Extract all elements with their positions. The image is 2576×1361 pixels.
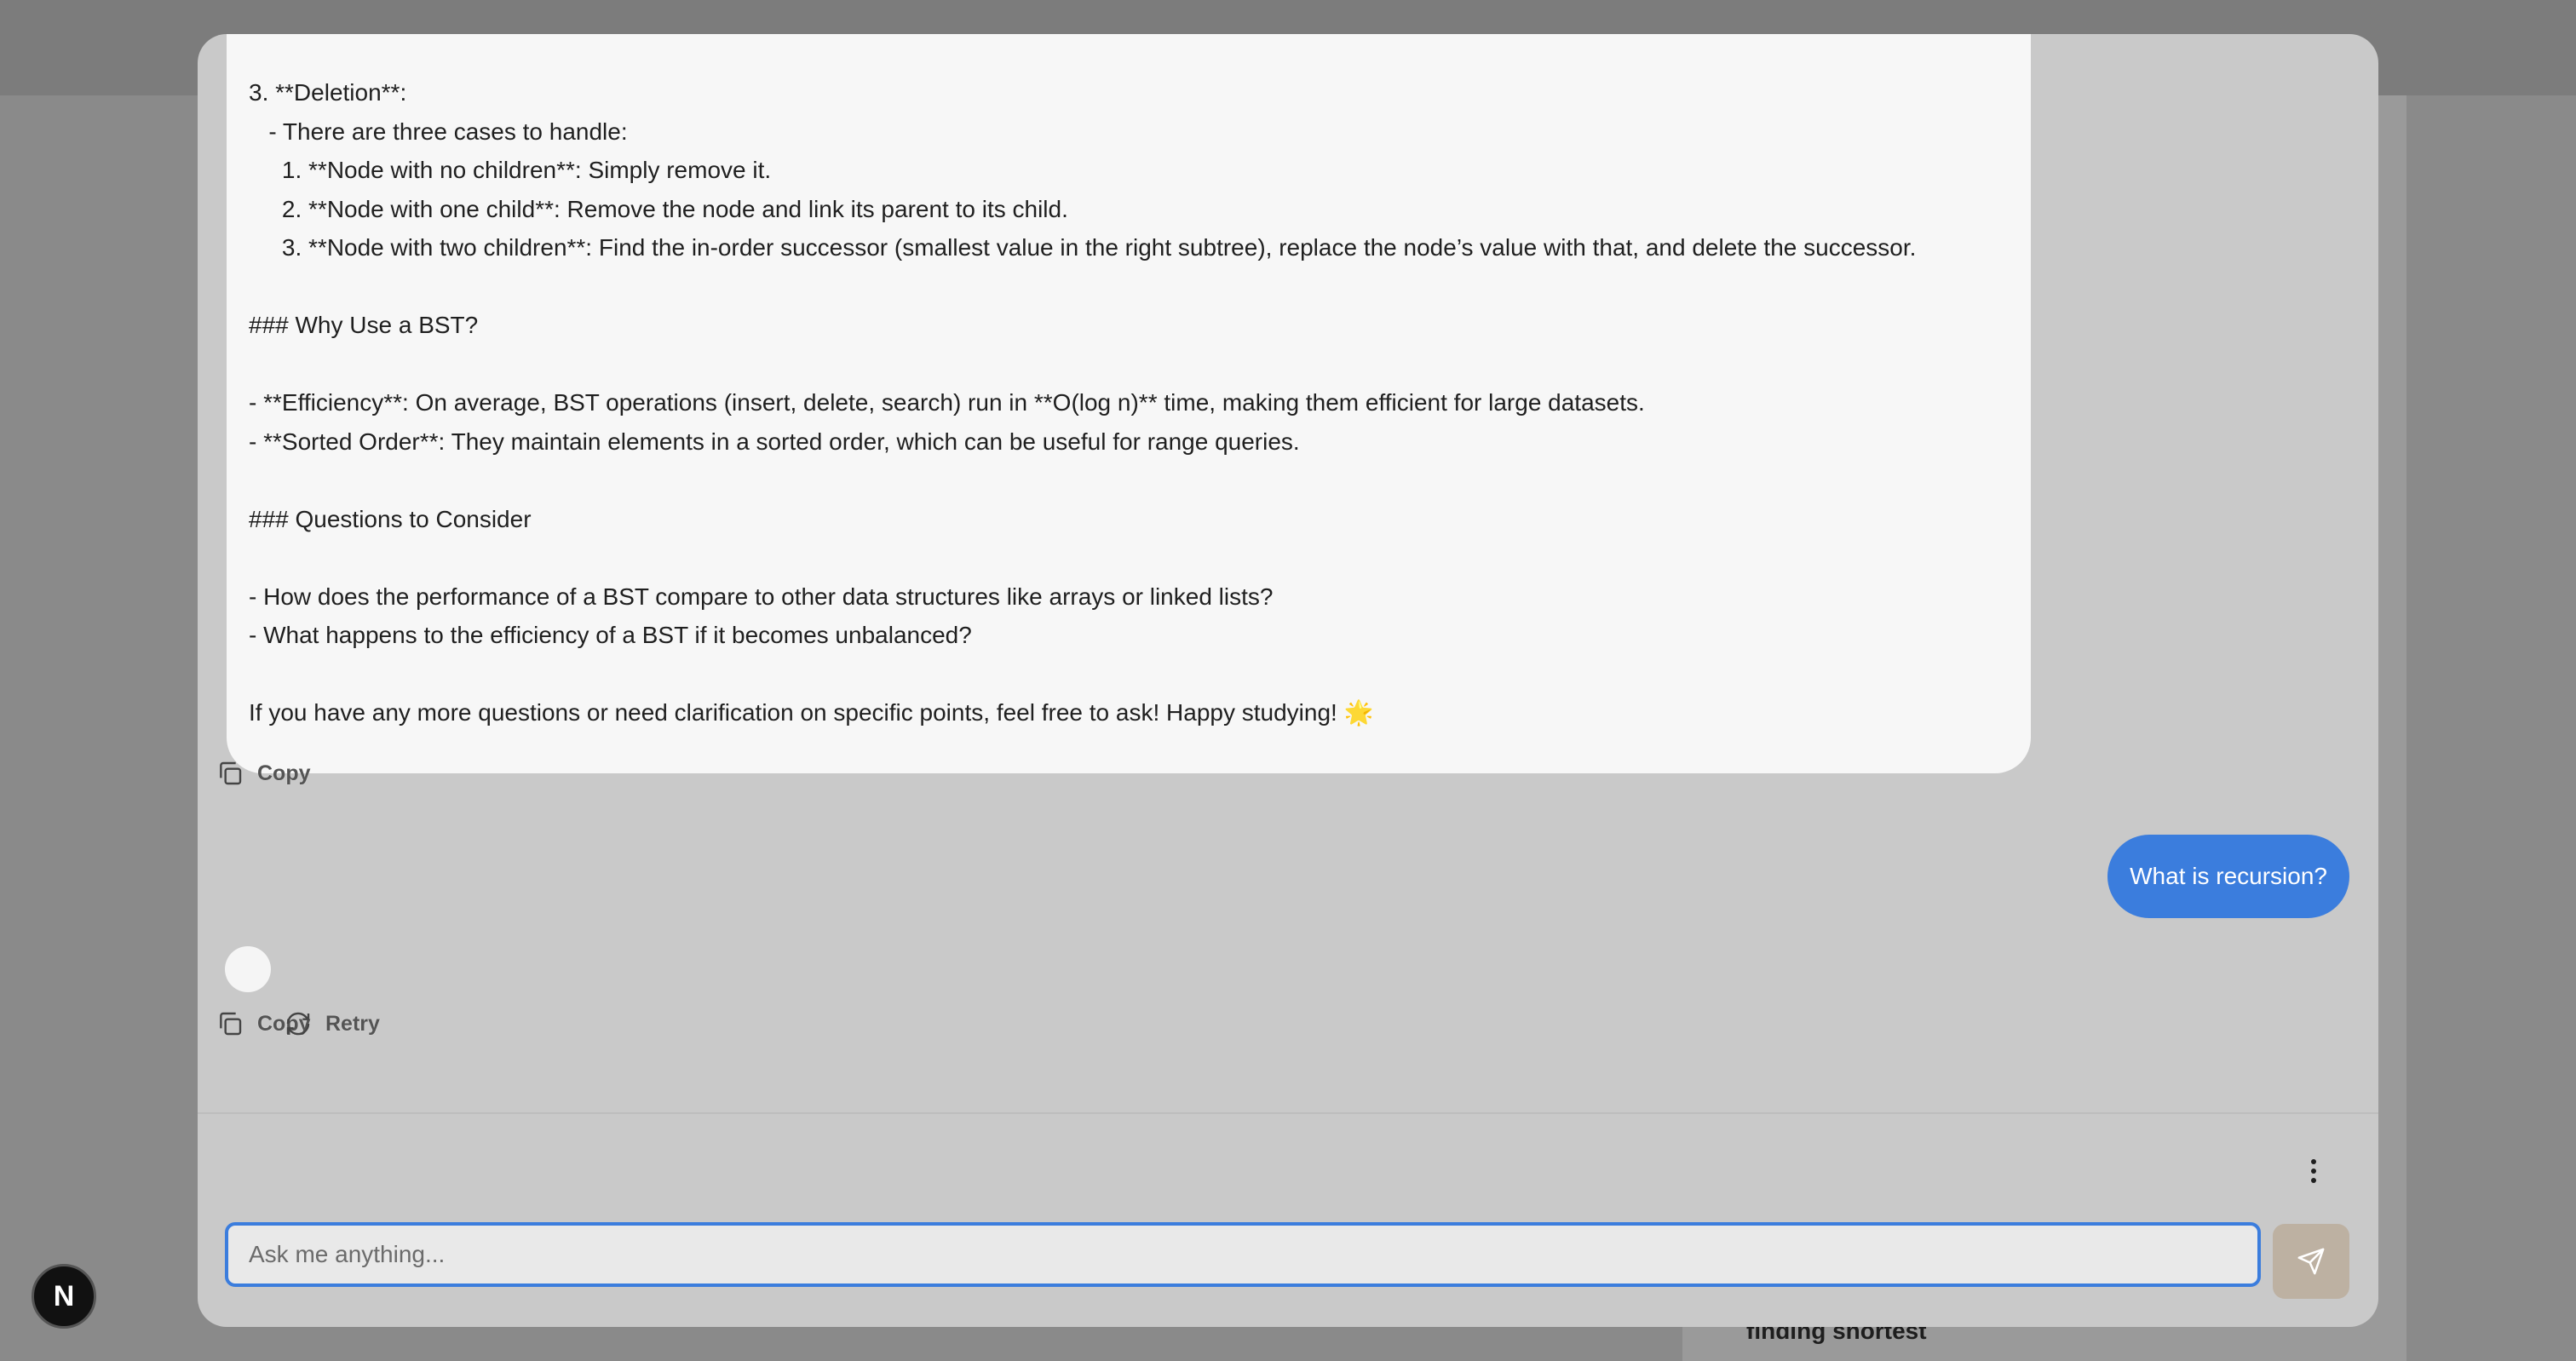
assistant-message-line <box>249 345 2009 384</box>
copy-button[interactable]: Copy <box>216 760 311 787</box>
input-divider <box>198 1112 2378 1114</box>
assistant-message-line: - There are three cases to handle: <box>249 118 628 145</box>
more-vertical-icon <box>2311 1159 2316 1164</box>
retry-icon <box>286 1012 310 1036</box>
copy-icon <box>220 1012 242 1036</box>
more-vertical-icon-dot <box>2311 1178 2316 1183</box>
assistant-message-line <box>249 538 2009 577</box>
assistant-loading-indicator <box>225 946 271 992</box>
assistant-message-line: ### Questions to Consider <box>249 505 532 532</box>
assistant-message-line: - How does the performance of a BST comp… <box>249 583 1274 610</box>
assistant-message-line: - **Sorted Order**: They maintain elemen… <box>249 428 1300 455</box>
assistant-message-line: If you have any more questions or need c… <box>249 699 1374 726</box>
user-message: What is recursion? <box>2107 835 2349 918</box>
assistant-message-line: ### Why Use a BST? <box>249 312 479 338</box>
assistant-message-line: 1. **Node with no children**: Simply rem… <box>249 157 772 183</box>
assistant-message-line <box>249 461 2009 500</box>
assistant-message-text: 3. **Deletion**: - There are three cases… <box>249 73 2009 732</box>
send-icon <box>2297 1248 2325 1275</box>
copy-icon <box>220 761 242 785</box>
more-options-button[interactable] <box>2303 1157 2324 1186</box>
assistant-message: 3. **Deletion**: - There are three cases… <box>227 34 2031 773</box>
send-button[interactable] <box>2273 1224 2349 1299</box>
more-vertical-icon-dot <box>2311 1169 2316 1174</box>
assistant-message-line: - What happens to the efficiency of a BS… <box>249 622 972 648</box>
assistant-message-line <box>249 655 2009 694</box>
copy-label: Copy <box>257 761 311 785</box>
chat-input[interactable] <box>225 1222 2261 1287</box>
assistant-message-line: 2. **Node with one child**: Remove the n… <box>249 195 1068 222</box>
chat-modal: 3. **Deletion**: - There are three cases… <box>198 34 2378 1327</box>
assistant-message-line: 3. **Deletion**: <box>249 79 407 106</box>
retry-label: Retry <box>325 1011 380 1036</box>
retry-button[interactable]: Retry <box>285 1010 380 1037</box>
assistant-message-line: 3. **Node with two children**: Find the … <box>249 234 1917 261</box>
assistant-message-line: - **Efficiency**: On average, BST operat… <box>249 389 1645 416</box>
app-logo[interactable]: N <box>32 1264 96 1329</box>
assistant-message-line <box>249 267 2009 307</box>
